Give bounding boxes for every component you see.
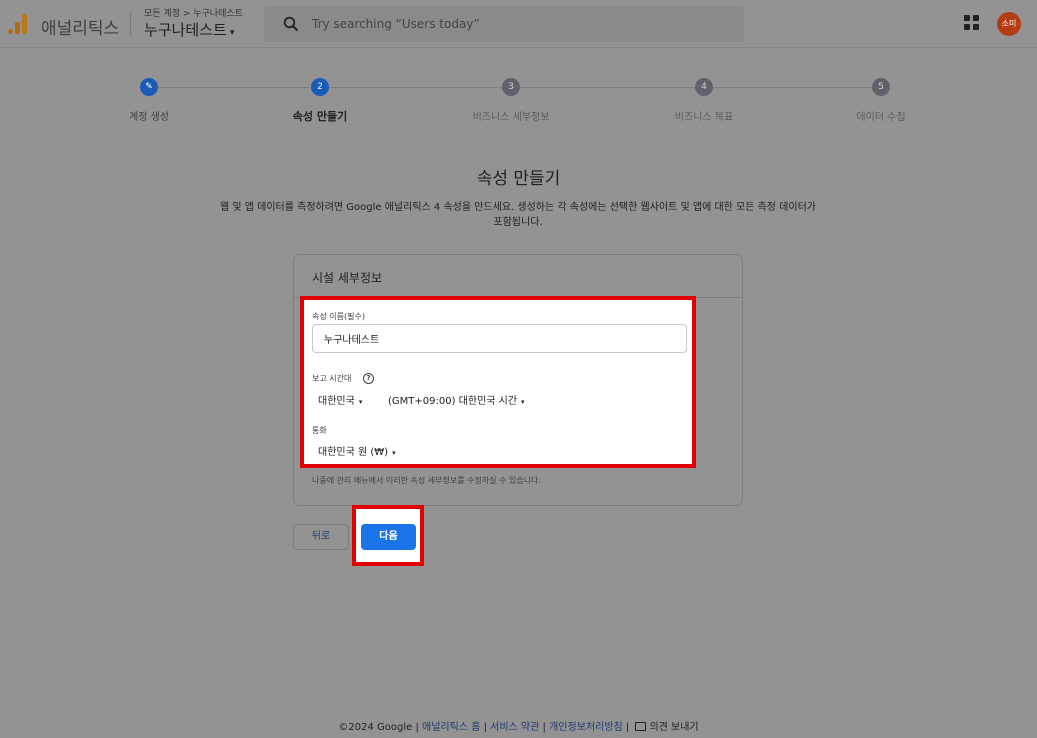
step-5-indicator: 5 bbox=[872, 78, 890, 96]
footer-separator: | bbox=[483, 722, 487, 733]
timezone-value: (GMT+09:00) 대한민국 시간 bbox=[388, 396, 518, 407]
step-connector bbox=[329, 87, 502, 88]
copyright: ©2024 Google bbox=[338, 722, 413, 733]
page-description: 웹 및 앱 데이터를 측정하려면 Google 애널리틱스 4 속성을 만드세요… bbox=[220, 202, 816, 228]
terms-link[interactable]: 서비스 약관 bbox=[490, 722, 539, 733]
top-app-bar: 애널리틱스 모든 계정 > 누구나테스트 누구나테스트▾ 소미 bbox=[0, 0, 1037, 48]
card-header: 시설 세부정보 bbox=[294, 255, 742, 298]
privacy-link[interactable]: 개인정보처리방침 bbox=[549, 722, 623, 733]
currency-value: 대한민국 원 (₩) bbox=[318, 447, 389, 458]
step-2-label: 속성 만들기 bbox=[292, 110, 348, 123]
chevron-down-icon: ▾ bbox=[358, 398, 363, 406]
help-icon[interactable]: ? bbox=[363, 373, 374, 384]
property-selector[interactable]: 누구나테스트 ▾ bbox=[144, 19, 234, 40]
footer-separator: | bbox=[625, 722, 630, 733]
step-1-label[interactable]: 계정 생성 bbox=[129, 108, 169, 123]
next-button[interactable]: 다음 bbox=[361, 524, 416, 550]
timezone-country-value: 대한민국 bbox=[318, 396, 355, 407]
footer: ©2024 Google | 애널리틱스 홈 | 서비스 약관 | 개인정보처리… bbox=[0, 718, 1037, 733]
breadcrumb[interactable]: 모든 계정 > 누구나테스트 bbox=[144, 6, 243, 19]
timezone-country-select[interactable]: 대한민국 ▾ bbox=[318, 392, 362, 407]
card-title: 시설 세부정보 bbox=[312, 271, 383, 285]
currency-select[interactable]: 대한민국 원 (₩) ▾ bbox=[318, 443, 396, 458]
timezone-select[interactable]: (GMT+09:00) 대한민국 시간 ▾ bbox=[388, 392, 525, 407]
avatar[interactable]: 소미 bbox=[997, 12, 1021, 36]
back-button[interactable]: 뒤로 bbox=[293, 524, 349, 550]
chevron-down-icon: ▾ bbox=[392, 449, 396, 457]
step-4-indicator: 4 bbox=[695, 78, 713, 96]
feedback-icon bbox=[635, 722, 647, 731]
search-input[interactable] bbox=[312, 14, 732, 34]
property-name: 누구나테스트 bbox=[144, 21, 227, 39]
search-icon bbox=[283, 16, 299, 32]
page-title: 속성 만들기 bbox=[476, 169, 561, 189]
footer-separator: | bbox=[415, 722, 419, 733]
step-1-edit-icon[interactable]: ✎ bbox=[140, 78, 158, 96]
property-name-label: 속성 이름(필수) bbox=[312, 312, 365, 321]
chevron-down-icon: ▾ bbox=[521, 398, 525, 406]
step-connector bbox=[520, 87, 695, 88]
chevron-down-icon: ▾ bbox=[229, 28, 235, 38]
step-2-indicator: 2 bbox=[311, 78, 329, 96]
currency-label: 통화 bbox=[312, 426, 327, 435]
step-3-indicator: 3 bbox=[502, 78, 520, 96]
property-name-input[interactable] bbox=[312, 324, 687, 353]
search-bar[interactable] bbox=[264, 6, 744, 42]
step-4-label: 비즈니스 목표 bbox=[674, 112, 734, 123]
analytics-logo-icon[interactable] bbox=[8, 14, 28, 34]
analytics-home-link[interactable]: 애널리틱스 홈 bbox=[422, 722, 480, 733]
step-5-label: 데이터 수집 bbox=[856, 112, 906, 123]
app-name: 애널리틱스 bbox=[41, 19, 120, 39]
edit-later-note: 나중에 관리 메뉴에서 이러한 속성 세부정보를 수정하실 수 있습니다. bbox=[312, 476, 541, 485]
timezone-label: 보고 시간대 bbox=[312, 374, 352, 383]
footer-separator: | bbox=[542, 722, 546, 733]
step-connector bbox=[713, 87, 872, 88]
apps-grid-icon[interactable] bbox=[964, 15, 980, 31]
send-feedback-button[interactable]: 의견 보내기 bbox=[632, 722, 699, 733]
step-connector bbox=[158, 87, 310, 88]
feedback-label: 의견 보내기 bbox=[649, 722, 699, 733]
step-3-label: 비즈니스 세부정보 bbox=[472, 112, 550, 123]
header-divider bbox=[130, 12, 131, 36]
